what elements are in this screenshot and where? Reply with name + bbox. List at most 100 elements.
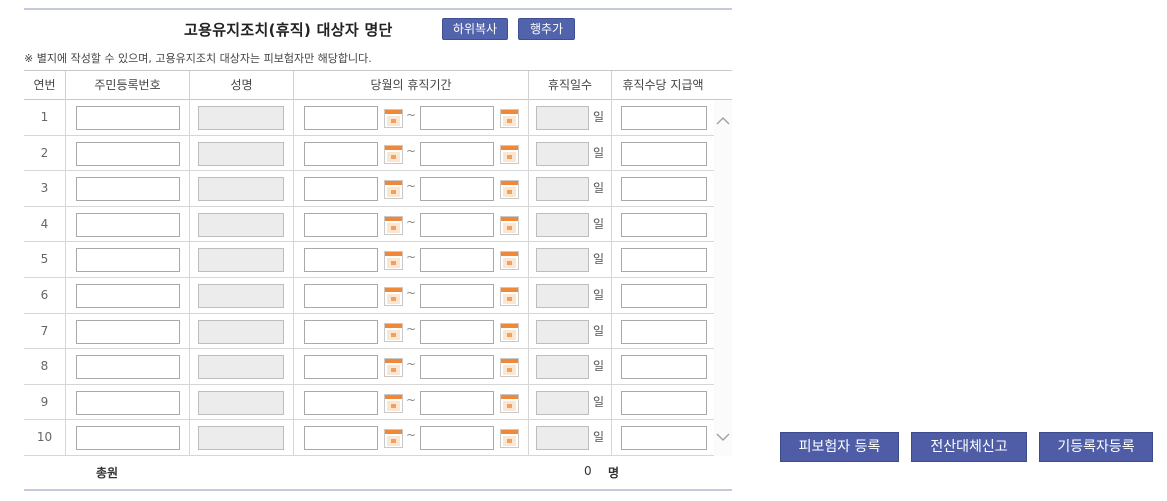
copy-down-button[interactable]: 하위복사 (442, 18, 508, 40)
calendar-icon[interactable] (500, 393, 519, 413)
calendar-icon[interactable] (384, 144, 403, 164)
period-end-input[interactable] (420, 355, 494, 380)
chevron-up-icon[interactable] (716, 114, 730, 130)
total-row: 총원 0 명 (24, 456, 732, 488)
allowance-input[interactable] (621, 212, 707, 237)
ssn-input[interactable] (76, 106, 180, 130)
row-number: 1 (24, 100, 66, 135)
col-header-days: 휴직일수 (529, 71, 612, 100)
allowance-input[interactable] (621, 177, 707, 202)
calendar-icon[interactable] (500, 287, 519, 306)
calendar-icon[interactable] (500, 322, 519, 342)
period-start-input[interactable] (304, 284, 378, 308)
calendar-icon[interactable] (500, 215, 519, 235)
page-title: 고용유지조치(휴직) 대상자 명단 (184, 21, 393, 39)
calendar-icon[interactable] (384, 393, 403, 413)
period-start-input[interactable] (304, 390, 378, 415)
period-end-input[interactable] (420, 390, 494, 415)
period-start-input[interactable] (304, 319, 378, 344)
days-cell: 일 (529, 171, 612, 206)
allowance-input[interactable] (621, 355, 707, 380)
row-number: 9 (24, 384, 66, 420)
range-separator: ~ (406, 250, 417, 265)
days-cell: 일 (529, 135, 612, 171)
allowance-cell (612, 136, 714, 171)
calendar-icon[interactable] (500, 109, 519, 128)
period-start-input[interactable] (304, 355, 378, 380)
ssn-input[interactable] (76, 177, 180, 202)
calendar-icon[interactable] (384, 287, 403, 306)
period-end-input[interactable] (420, 426, 494, 451)
period-end-input[interactable] (420, 212, 494, 237)
table-scrollbar[interactable] (714, 100, 732, 456)
ssn-input[interactable] (76, 390, 180, 415)
allowance-input[interactable] (621, 284, 707, 308)
row-number: 7 (24, 313, 66, 349)
add-row-button[interactable]: 행추가 (518, 18, 575, 40)
name-field (198, 319, 284, 344)
calendar-icon[interactable] (384, 109, 403, 128)
period-end-input[interactable] (420, 248, 494, 273)
allowance-input[interactable] (621, 426, 707, 451)
calendar-icon[interactable] (500, 358, 519, 378)
ssn-input[interactable] (76, 284, 180, 308)
days-field (536, 141, 589, 166)
ssn-input[interactable] (76, 248, 180, 273)
allowance-cell (612, 314, 714, 349)
period-start-input[interactable] (304, 141, 378, 166)
allowance-input[interactable] (621, 106, 707, 130)
col-header-allowance: 휴직수당 지급액 (622, 78, 704, 92)
range-separator: ~ (406, 392, 417, 407)
ssn-input[interactable] (76, 355, 180, 380)
calendar-icon[interactable] (384, 251, 403, 271)
electronic-report-button[interactable]: 전산대체신고 (911, 432, 1027, 462)
calendar-icon[interactable] (500, 429, 519, 449)
ssn-input[interactable] (76, 141, 180, 166)
allowance-input[interactable] (621, 390, 707, 415)
calendar-icon[interactable] (384, 429, 403, 449)
calendar-icon[interactable] (500, 180, 519, 200)
day-unit: 일 (593, 110, 605, 124)
allowance-input[interactable] (621, 319, 707, 344)
day-unit: 일 (593, 323, 605, 338)
period-end-input[interactable] (420, 177, 494, 202)
period-end-input[interactable] (420, 106, 494, 130)
registered-enroll-button[interactable]: 기등록자등록 (1039, 432, 1153, 462)
ssn-cell (66, 313, 190, 349)
ssn-input[interactable] (76, 212, 180, 237)
period-cell: ~ (294, 206, 529, 242)
notice-text: ※ 별지에 작성할 수 있으며, 고용유지조치 대상자는 피보험자만 해당합니다… (24, 52, 372, 65)
table-row: 5 ~ 일 (24, 242, 714, 278)
chevron-down-icon[interactable] (716, 430, 730, 446)
allowance-input[interactable] (621, 248, 707, 273)
range-separator: ~ (406, 428, 417, 443)
days-cell: 일 (529, 242, 612, 277)
period-start-input[interactable] (304, 212, 378, 237)
register-insured-button[interactable]: 피보험자 등록 (780, 432, 899, 462)
allowance-cell (612, 385, 714, 420)
days-field (536, 248, 589, 273)
period-end-input[interactable] (420, 319, 494, 344)
ssn-input[interactable] (76, 319, 180, 344)
allowance-input[interactable] (621, 141, 707, 166)
period-start-input[interactable] (304, 248, 378, 273)
calendar-icon[interactable] (384, 180, 403, 200)
period-start-input[interactable] (304, 177, 378, 202)
row-number: 6 (24, 278, 66, 313)
row-number: 2 (24, 135, 66, 171)
calendar-icon[interactable] (384, 322, 403, 342)
period-end-input[interactable] (420, 141, 494, 166)
period-start-input[interactable] (304, 106, 378, 130)
period-cell: ~ (294, 349, 529, 384)
calendar-icon[interactable] (500, 251, 519, 271)
days-cell: 일 (529, 100, 612, 135)
period-start-input[interactable] (304, 426, 378, 451)
days-cell: 일 (529, 420, 612, 455)
title-bar: 고용유지조치(휴직) 대상자 명단 하위복사 행추가 (24, 16, 732, 44)
calendar-icon[interactable] (500, 144, 519, 164)
calendar-icon[interactable] (384, 215, 403, 235)
ssn-input[interactable] (76, 426, 180, 451)
period-end-input[interactable] (420, 284, 494, 308)
calendar-icon[interactable] (384, 358, 403, 378)
days-cell: 일 (529, 313, 612, 349)
